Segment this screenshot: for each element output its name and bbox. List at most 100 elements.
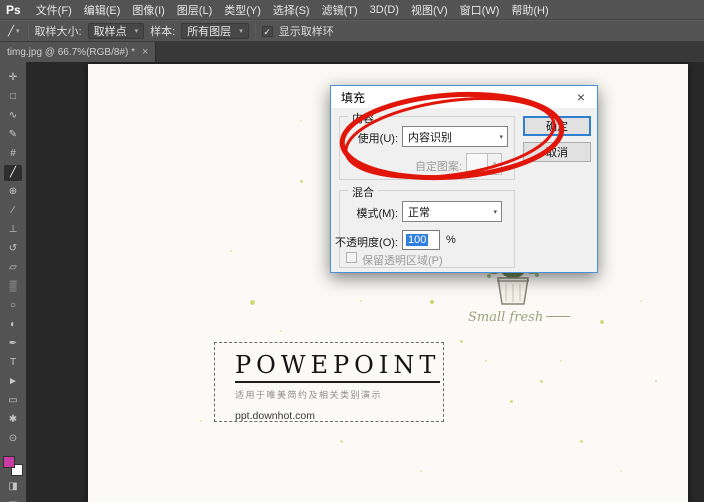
eyedropper-tool[interactable]: ╱ [4,165,22,181]
options-bar: ╱ ▾ 取样大小: 取样点 ▾ 样本: 所有图层 ▾ ✓ 显示取样环 [0,20,704,42]
custom-pattern-label: 自定图案: [414,161,462,173]
lasso-tool[interactable]: ∿ [4,108,22,124]
menu-help[interactable]: 帮助(H) [505,0,554,19]
paint-speckle [655,380,657,382]
menu-window[interactable]: 窗口(W) [454,0,506,19]
menu-view[interactable]: 视图(V) [405,0,454,19]
zoom-tool[interactable]: ⊙ [4,431,22,447]
sample-label: 样本: [150,26,176,38]
quick-selection-tool[interactable]: ✎ [4,127,22,143]
dialog-titlebar[interactable]: 填充 [331,86,597,108]
handwriting-text: Small fresh [468,310,571,325]
menu-filter[interactable]: 滤镜(T) [316,0,364,19]
blur-tool[interactable]: ○ [4,298,22,314]
paint-speckle [560,360,562,362]
cancel-button[interactable]: 取消 [523,142,591,162]
move-tool[interactable]: ✛ [4,70,22,86]
paint-speckle [430,300,434,304]
sample-size-label: 取样大小: [34,26,82,38]
chevron-down-icon: ▾ [493,208,497,216]
opacity-label: 不透明度(O): [335,237,398,249]
separator [254,23,256,39]
document-title-text: POWEPOINT [235,351,441,383]
paint-speckle [250,300,255,305]
menu-file[interactable]: 文件(F) [30,0,78,19]
color-swatches [3,456,23,476]
screen-mode-icon[interactable]: ▣ [4,498,22,502]
paint-speckle [640,300,642,302]
rectangle-tool[interactable]: ▭ [4,393,22,409]
pen-tool[interactable]: ✒ [4,336,22,352]
menu-type[interactable]: 类型(Y) [218,0,267,19]
preserve-transparency-label: 保留透明区域(P) [362,255,443,267]
close-dialog-icon[interactable]: × [565,86,597,108]
paint-speckle [460,340,463,343]
type-tool[interactable]: T [4,355,22,371]
show-sampling-ring-checkbox[interactable]: ✓ [261,25,273,37]
opacity-unit: % [446,234,456,246]
document-url-text: ppt.downhot.com [235,410,315,422]
paint-speckle [620,470,622,472]
chevron-down-icon: ▾ [499,133,503,141]
sample-size-dropdown[interactable]: 取样点 ▾ [87,23,145,39]
paint-speckle [230,250,232,252]
show-sampling-ring-label: 显示取样环 [278,26,334,38]
eyedropper-icon: ╱ [8,25,15,37]
chevron-down-icon: ▾ [239,28,243,35]
paint-speckle [580,440,583,443]
healing-brush-tool[interactable]: ⊕ [4,184,22,200]
menu-bar: Ps 文件(F) 编辑(E) 图像(I) 图层(L) 类型(Y) 选择(S) 滤… [0,0,704,20]
mode-value: 正常 [408,206,430,219]
menu-select[interactable]: 选择(S) [267,0,316,19]
paint-speckle [200,420,202,422]
tool-strip: ✛ □ ∿ ✎ # ╱ ⊕ ∕ ⊥ ↺ ▱ ▒ ○ ◐ ✒ T ► ▭ ✱ ⊙ ◨ ▣ [0,62,26,502]
blending-group-label: 混合 [348,184,378,200]
fill-dialog: 填充 × 内容 使用(U): 内容识别 ▾ 自定图案: ▾ 混合 模式(M): … [330,85,598,273]
handwriting-label: Small fresh [468,310,544,325]
menu-3d[interactable]: 3D(D) [364,0,405,19]
sample-dropdown[interactable]: 所有图层 ▾ [181,23,249,39]
photoshop-logo: Ps [6,2,21,17]
paint-speckle [420,470,422,472]
preserve-transparency-checkbox[interactable] [346,252,357,263]
paint-speckle [300,180,303,183]
use-label: 使用(U): [357,133,398,145]
menu-image[interactable]: 图像(I) [126,0,170,19]
document-tab-title: timg.jpg @ 66.7%(RGB/8#) * [7,46,135,58]
menu-edit[interactable]: 编辑(E) [78,0,127,19]
paint-speckle [485,360,487,362]
history-brush-tool[interactable]: ↺ [4,241,22,257]
crop-tool[interactable]: # [4,146,22,162]
close-tab-icon[interactable]: × [142,47,148,58]
tab-bar: timg.jpg @ 66.7%(RGB/8#) * × [0,42,704,62]
brush-tool[interactable]: ∕ [4,203,22,219]
eyedropper-preset-icon[interactable]: ╱ ▾ [6,26,22,37]
foreground-color-swatch[interactable] [3,456,15,468]
use-dropdown[interactable]: 内容识别 ▾ [402,126,508,147]
opacity-input[interactable]: 100 [402,230,440,250]
opacity-value: 100 [406,234,429,246]
sample-value: 所有图层 [187,26,232,38]
pattern-swatch [466,153,488,175]
dodge-tool[interactable]: ◐ [4,317,22,333]
separator [27,23,29,39]
paint-speckle [360,300,362,302]
document-tab[interactable]: timg.jpg @ 66.7%(RGB/8#) * × [0,42,157,62]
marquee-tool[interactable]: □ [4,89,22,105]
menu-layer[interactable]: 图层(L) [171,0,218,19]
path-selection-tool[interactable]: ► [4,374,22,390]
hand-tool[interactable]: ✱ [4,412,22,428]
chevron-down-icon: ▾ [488,153,502,175]
ok-button[interactable]: 确定 [523,116,591,136]
quick-mask-icon[interactable]: ◨ [4,479,22,495]
paint-speckle [600,320,604,324]
mode-dropdown[interactable]: 正常 ▾ [402,201,502,222]
chevron-down-icon: ▾ [134,28,139,35]
gradient-tool[interactable]: ▒ [4,279,22,295]
eraser-tool[interactable]: ▱ [4,260,22,276]
chevron-down-icon: ▾ [16,28,20,35]
clone-stamp-tool[interactable]: ⊥ [4,222,22,238]
title-block: POWEPOINT 适用于唯美简约及相关类别演示 ppt.downhot.com [214,342,444,422]
paint-speckle [300,120,302,122]
mode-label: 模式(M): [356,208,398,220]
